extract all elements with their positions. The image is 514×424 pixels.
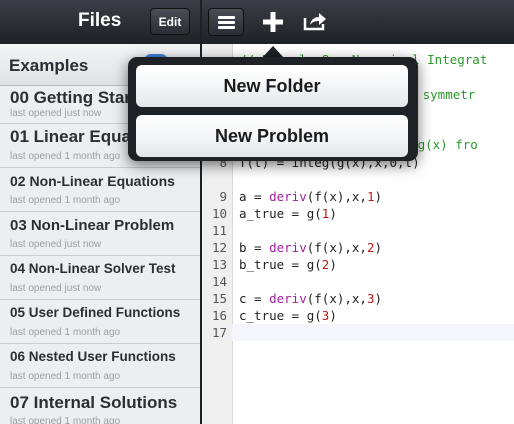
line-number: 11 <box>211 223 227 238</box>
file-item-meta: last opened 1 month ago <box>10 195 121 206</box>
file-item-04[interactable]: 04 Non-Linear Solver Test last opened ju… <box>0 256 200 300</box>
line-number: 17 <box>211 325 227 340</box>
file-item-06[interactable]: 06 Nested User Functions last opened 1 m… <box>0 344 200 388</box>
new-folder-button[interactable]: New Folder <box>136 65 408 107</box>
share-icon[interactable] <box>302 10 328 32</box>
file-item-meta: last opened just now <box>10 239 102 250</box>
file-item-meta: last opened 1 month ago <box>10 416 121 424</box>
code-line: a = deriv(f(x),x,1) <box>239 189 383 204</box>
files-navbar: Files Edit <box>0 0 200 44</box>
file-item-name: 04 Non-Linear Solver Test <box>10 261 176 276</box>
file-item-meta: last opened just now <box>10 108 102 119</box>
plus-icon[interactable] <box>260 9 286 35</box>
file-item-meta: last opened 1 month ago <box>10 151 121 162</box>
file-item-name: 03 Non-Linear Problem <box>10 217 175 234</box>
line-number: 9 <box>219 189 227 204</box>
line-number: 13 <box>211 257 227 272</box>
add-popover: New Folder New Problem <box>128 57 418 161</box>
file-item-name: 05 User Defined Functions <box>10 305 181 320</box>
file-item-02[interactable]: 02 Non-Linear Equations last opened 1 mo… <box>0 168 200 212</box>
menu-icon-bar <box>218 21 235 24</box>
code-line: a_true = g(1) <box>239 206 337 221</box>
new-problem-button[interactable]: New Problem <box>136 115 408 157</box>
code-line: b_true = g(2) <box>239 257 337 272</box>
line-number: 10 <box>211 206 227 221</box>
editor-toolbar <box>202 0 514 44</box>
file-item-name: 06 Nested User Functions <box>10 349 176 364</box>
file-item-05[interactable]: 05 User Defined Functions last opened 1 … <box>0 300 200 344</box>
file-item-name: 02 Non-Linear Equations <box>10 173 175 189</box>
line-number: 15 <box>211 291 227 306</box>
file-item-name: 07 Internal Solutions <box>10 393 178 412</box>
code-line: b = deriv(f(x),x,2) <box>239 240 383 255</box>
code-line: c_true = g(3) <box>239 308 337 323</box>
section-title: Examples <box>9 56 89 75</box>
file-item-07[interactable]: 07 Internal Solutions last opened 1 mont… <box>0 388 200 424</box>
line-number: 16 <box>211 308 227 323</box>
line-number: 14 <box>211 274 227 289</box>
menu-button[interactable] <box>208 8 244 36</box>
code-line: c = deriv(f(x),x,3) <box>239 291 383 306</box>
menu-icon-bar <box>218 26 235 29</box>
file-item-meta: last opened 1 month ago <box>10 327 121 338</box>
menu-icon-bar <box>218 16 235 19</box>
file-item-meta: last opened 1 month ago <box>10 371 121 382</box>
file-item-meta: last opened just now <box>10 283 102 294</box>
edit-button[interactable]: Edit <box>150 8 190 35</box>
file-item-03[interactable]: 03 Non-Linear Problem last opened just n… <box>0 212 200 256</box>
line-number: 12 <box>211 240 227 255</box>
